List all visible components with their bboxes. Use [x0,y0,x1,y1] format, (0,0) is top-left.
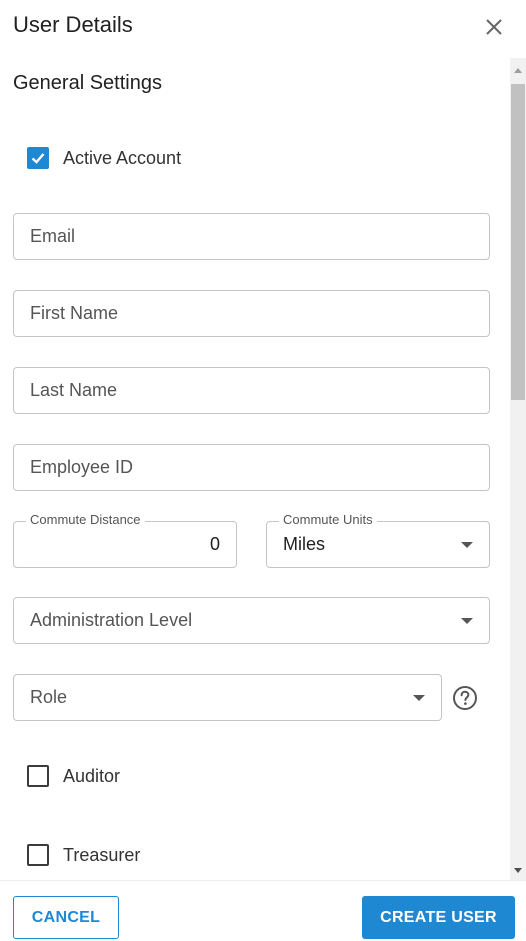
administration-level-select[interactable]: Administration Level [13,597,490,644]
scroll-up-arrow-icon[interactable] [514,68,522,73]
role-select[interactable]: Role [13,674,442,721]
scrollbar-thumb[interactable] [511,84,525,400]
dropdown-arrow-icon [413,695,425,701]
create-user-button[interactable]: CREATE USER [362,896,515,939]
section-title: General Settings [13,72,162,94]
commute-distance-label: Commute Distance [26,512,145,527]
close-icon[interactable] [482,15,506,39]
commute-distance-field[interactable]: Commute Distance [13,512,237,568]
first-name-input[interactable] [14,291,489,336]
checkbox-unchecked-icon[interactable] [27,844,49,866]
treasurer-checkbox[interactable]: Treasurer [27,843,140,867]
treasurer-label: Treasurer [63,844,141,865]
checkbox-checked-icon[interactable] [27,147,49,169]
dropdown-arrow-icon [461,542,473,548]
email-input[interactable] [14,214,489,259]
role-placeholder: Role [30,687,68,707]
employee-id-field[interactable] [13,444,490,491]
user-details-dialog: User Details General Settings Active Acc… [0,0,526,941]
auditor-checkbox[interactable]: Auditor [27,764,120,788]
employee-id-input[interactable] [14,445,489,490]
cancel-button[interactable]: CANCEL [13,896,119,939]
commute-units-select[interactable]: Commute Units Miles [266,512,490,568]
commute-distance-input[interactable] [14,522,236,567]
scroll-down-arrow-icon[interactable] [514,868,522,873]
dialog-title: User Details [13,12,133,37]
last-name-field[interactable] [13,367,490,414]
last-name-input[interactable] [14,368,489,413]
administration-level-placeholder: Administration Level [30,610,193,630]
email-field[interactable] [13,213,490,260]
help-circle-icon[interactable] [452,685,478,711]
active-account-checkbox[interactable]: Active Account [27,146,181,170]
commute-units-value: Miles [283,534,326,554]
form-scroll-area[interactable]: General Settings Active Account Commute … [0,58,526,880]
dialog-footer: CANCEL CREATE USER [0,880,526,941]
active-account-label: Active Account [63,147,182,168]
first-name-field[interactable] [13,290,490,337]
checkbox-unchecked-icon[interactable] [27,765,49,787]
auditor-label: Auditor [63,765,121,786]
dropdown-arrow-icon [461,618,473,624]
